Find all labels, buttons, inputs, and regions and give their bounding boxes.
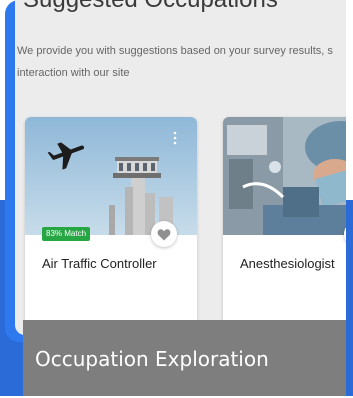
screen: Suggested Occupations We provide you wit…: [15, 0, 346, 335]
occupation-card[interactable]: Anesthesiologist: [223, 117, 346, 335]
page-subtitle: We provide you with suggestions based on…: [17, 45, 333, 79]
favorite-button[interactable]: [151, 221, 177, 247]
page-title: Suggested Occupations: [23, 0, 278, 14]
match-badge: 83% Match: [42, 227, 91, 241]
occupation-name: Air Traffic Controller: [42, 256, 157, 271]
heart-icon: [157, 228, 171, 240]
more-options-icon[interactable]: [173, 131, 177, 145]
occupation-card[interactable]: 83% Match Air Traffic Controller: [25, 117, 197, 335]
occupation-image: [25, 117, 197, 235]
section-caption: Occupation Exploration: [23, 320, 346, 396]
device-frame: Suggested Occupations We provide you wit…: [5, 0, 346, 342]
occupation-name: Anesthesiologist: [240, 256, 335, 271]
occupation-image: [223, 117, 346, 235]
